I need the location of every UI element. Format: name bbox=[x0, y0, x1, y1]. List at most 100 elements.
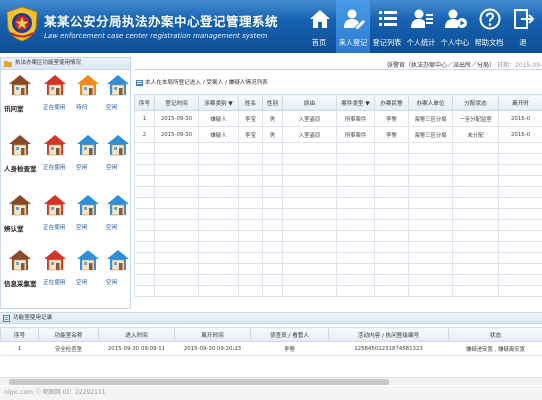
room-status-house-icon[interactable] bbox=[76, 133, 100, 157]
empty-cell bbox=[198, 274, 239, 286]
log-row[interactable]: 1 安全检查室 2015-09-30 09:09:11 2015-09-30 09:2… bbox=[0, 341, 542, 356]
room-status-house-icon[interactable] bbox=[106, 248, 130, 272]
column-header[interactable]: 办案人单位 bbox=[408, 94, 453, 111]
empty-cell bbox=[374, 175, 409, 187]
column-header[interactable]: 性别 bbox=[262, 94, 283, 111]
room-house-icon[interactable] bbox=[8, 133, 32, 157]
log-body: 1 安全检查室 2015-09-30 09:09:11 2015-09-30 09:2… bbox=[0, 341, 542, 356]
room-status[interactable]: 空闲 bbox=[76, 223, 87, 231]
room-status-house-icon[interactable] bbox=[43, 133, 67, 157]
column-header[interactable]: 侦查员 / 看管人 bbox=[250, 327, 329, 342]
empty-cell bbox=[374, 197, 409, 209]
home-icon bbox=[310, 10, 330, 28]
empty-cell bbox=[198, 219, 239, 231]
empty-cell bbox=[198, 175, 239, 187]
table-cell: 嫌疑进安置 , 嫌疑离安置 bbox=[448, 341, 542, 356]
room-status[interactable]: 空闲 bbox=[106, 103, 117, 111]
room-house-icon[interactable] bbox=[8, 73, 32, 97]
empty-cell bbox=[336, 219, 375, 231]
empty-cell bbox=[238, 197, 263, 209]
horizontal-scrollbar[interactable] bbox=[0, 377, 542, 385]
empty-cell bbox=[408, 142, 453, 154]
column-header[interactable]: 序号 bbox=[134, 94, 155, 111]
empty-cell bbox=[408, 285, 453, 297]
table-cell: 入室盗窃 bbox=[282, 110, 337, 127]
room-status[interactable]: 待扫 bbox=[76, 103, 87, 111]
room-status[interactable]: 空闲 bbox=[76, 163, 87, 171]
column-header[interactable]: 涉案类别 ▼ bbox=[198, 94, 239, 111]
empty-cell bbox=[198, 186, 239, 198]
room-status[interactable]: 正在使用 bbox=[43, 278, 65, 286]
column-header[interactable]: 姓名 bbox=[238, 94, 263, 111]
column-header[interactable]: 进入时间 bbox=[98, 327, 175, 342]
nav-stats[interactable]: 个人统计 bbox=[404, 0, 438, 53]
room-status-house-icon[interactable] bbox=[43, 193, 67, 217]
column-header[interactable]: 案件类型 ▼ bbox=[336, 94, 375, 111]
nav-help[interactable]: 帮助文档 bbox=[472, 0, 506, 53]
room-status[interactable]: 正在使用 bbox=[43, 103, 65, 111]
app-header: 某某公安分局执法办案中心登记管理系统 Law enforcement case … bbox=[0, 0, 542, 53]
room-row: 信息采集室 正在使用 空闲 空闲 bbox=[1, 248, 132, 303]
room-status[interactable]: 空闲 bbox=[76, 278, 87, 286]
empty-cell bbox=[238, 142, 263, 154]
nav-logout[interactable]: 退 bbox=[506, 0, 540, 53]
empty-cell bbox=[134, 230, 155, 242]
room-status-house-icon[interactable] bbox=[106, 133, 130, 157]
column-header[interactable]: 离开时 bbox=[498, 94, 542, 111]
column-header[interactable]: 状态 bbox=[448, 327, 542, 342]
empty-cell bbox=[154, 241, 199, 253]
breadcrumb: 本人在本局所登记进入 / 受案人 / 嫌疑人情况列表 bbox=[134, 77, 542, 89]
table-cell: 2015-09-30 09:09:11 bbox=[98, 341, 175, 356]
room-status-house-icon[interactable] bbox=[76, 248, 100, 272]
table-cell: 2 bbox=[134, 126, 155, 143]
empty-cell bbox=[408, 230, 453, 242]
room-status[interactable]: 正在使用 bbox=[43, 223, 65, 231]
room-status[interactable]: 空闲 bbox=[106, 278, 117, 286]
column-header[interactable]: 办案民警 bbox=[374, 94, 409, 111]
room-status[interactable]: 空闲 bbox=[106, 223, 117, 231]
nav-register[interactable]: 来人登记 bbox=[336, 0, 370, 53]
column-header[interactable]: 登记时间 bbox=[154, 94, 199, 111]
table-row[interactable]: 2 2015-09-30 嫌疑人 李宝男入室盗窃 刑事案件 李警 海警三区分局 未分配 2015… bbox=[134, 126, 542, 143]
room-status-house-icon[interactable] bbox=[43, 248, 67, 272]
room-status[interactable]: 空闲 bbox=[106, 163, 117, 171]
room-house-icon[interactable] bbox=[8, 248, 32, 272]
empty-cell bbox=[408, 219, 453, 231]
room-status[interactable]: 正在使用 bbox=[43, 163, 65, 171]
column-header[interactable]: 序号 bbox=[0, 327, 39, 342]
empty-cell bbox=[198, 142, 239, 154]
nav-user-center[interactable]: 个人中心 bbox=[438, 0, 472, 53]
empty-cell bbox=[154, 153, 199, 165]
empty-cell bbox=[408, 208, 453, 220]
usage-log-title: 功能室使用记录 bbox=[13, 315, 53, 321]
empty-cell bbox=[238, 186, 263, 198]
nav-list[interactable]: 登记列表 bbox=[370, 0, 404, 53]
empty-cell bbox=[262, 142, 283, 154]
table-row[interactable]: 1 2015-09-30 嫌疑人 李宝男入室盗窃 刑事案件 李警 海警三区分局 一至分配监室 2… bbox=[134, 110, 542, 127]
empty-cell bbox=[282, 142, 337, 154]
column-header[interactable]: 原由 bbox=[282, 94, 337, 111]
room-status-house-icon[interactable] bbox=[76, 193, 100, 217]
room-status-house-icon[interactable] bbox=[106, 193, 130, 217]
column-header[interactable]: 离开时间 bbox=[174, 327, 251, 342]
room-status-house-icon[interactable] bbox=[106, 73, 130, 97]
nav-home[interactable]: 首页 bbox=[302, 0, 336, 53]
room-status-house-icon[interactable] bbox=[43, 73, 67, 97]
room-status-house-icon[interactable] bbox=[76, 73, 100, 97]
breadcrumb-text: 本人在本局所登记进入 / 受案人 / 嫌疑人情况列表 bbox=[145, 80, 268, 86]
empty-cell bbox=[408, 197, 453, 209]
empty-cell bbox=[154, 208, 199, 220]
room-house-icon[interactable] bbox=[8, 193, 32, 217]
empty-cell bbox=[262, 186, 283, 198]
column-header[interactable]: 分配状态 bbox=[452, 94, 499, 111]
empty-cell bbox=[134, 208, 155, 220]
empty-cell bbox=[408, 252, 453, 264]
scrollbar-thumb[interactable] bbox=[9, 379, 389, 385]
room-name: 信息采集室 bbox=[4, 280, 37, 288]
column-header[interactable]: 活动内容 / 执问登级编号 bbox=[328, 327, 449, 342]
empty-cell bbox=[154, 219, 199, 231]
empty-cell bbox=[238, 252, 263, 264]
table-cell: 李警 bbox=[374, 110, 409, 127]
empty-cell bbox=[198, 252, 239, 264]
column-header[interactable]: 功能室名称 bbox=[38, 327, 99, 342]
